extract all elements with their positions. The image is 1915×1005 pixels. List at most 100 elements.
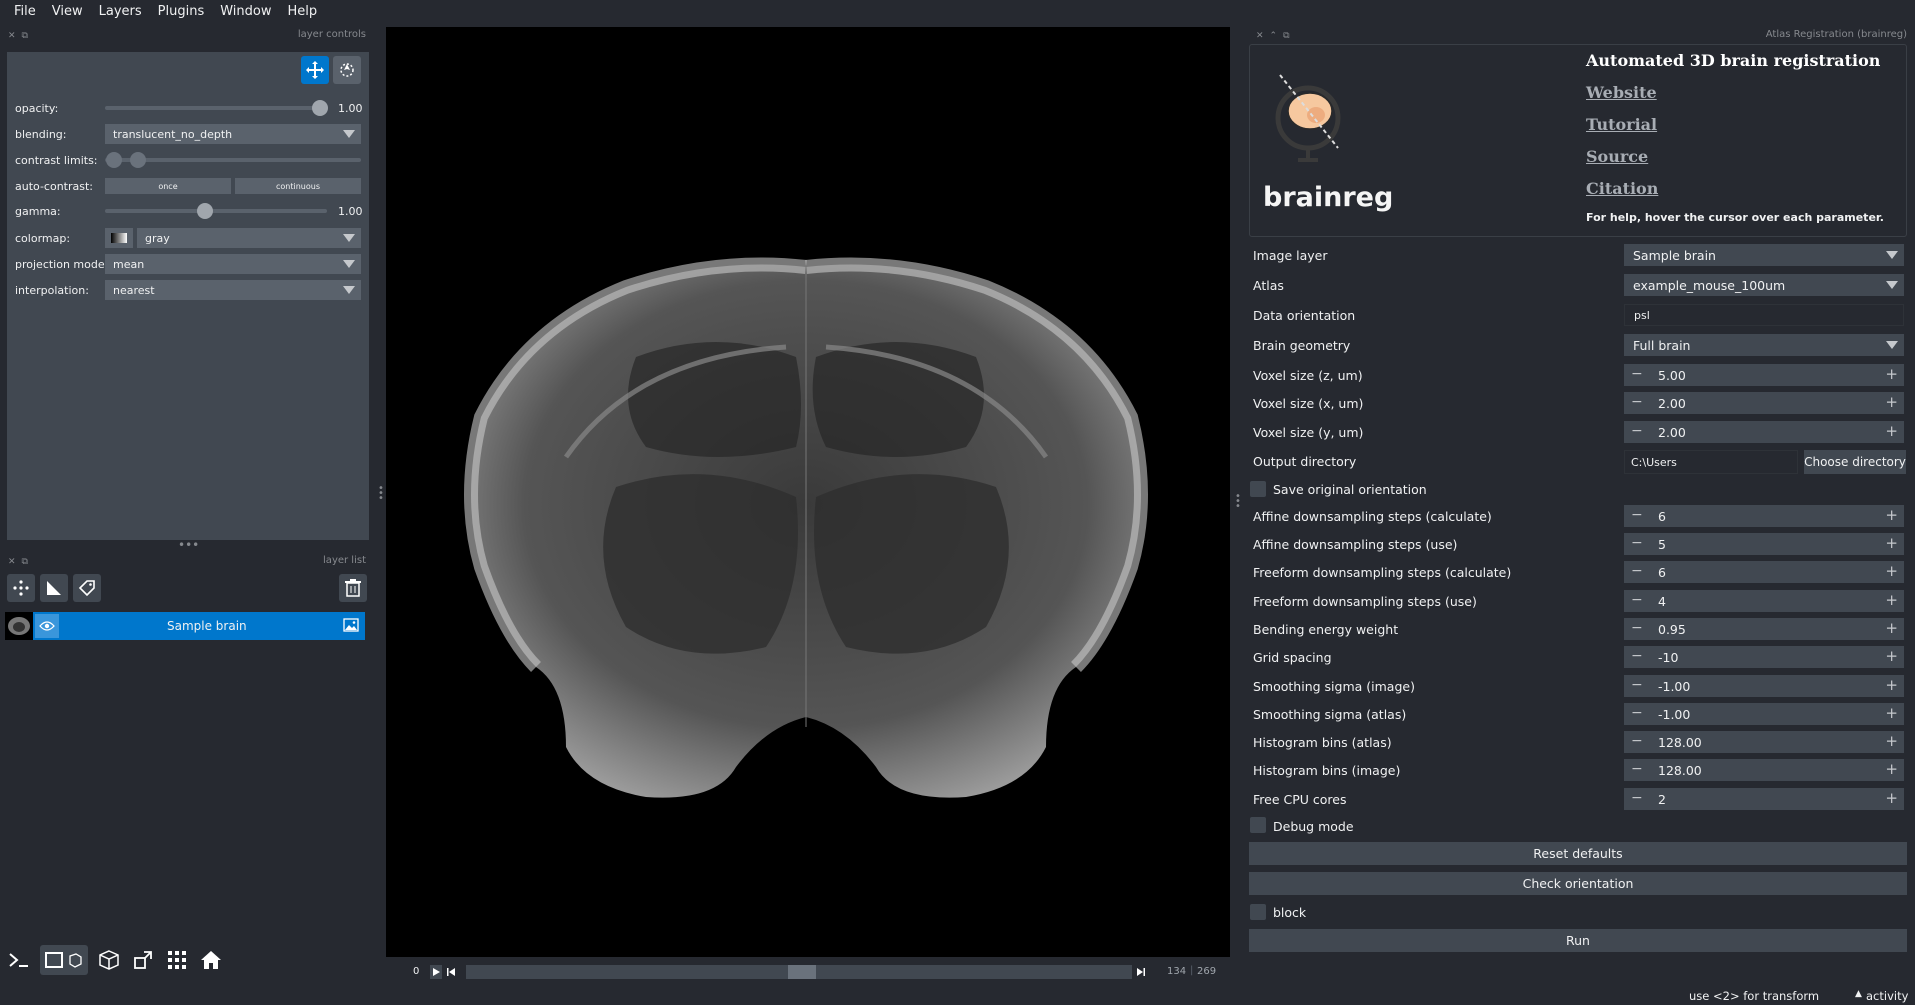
smoothing-image-spinbox[interactable]: − -1.00 + <box>1624 675 1904 697</box>
close-icon[interactable]: ✕ <box>8 31 16 41</box>
contrast-max-handle[interactable] <box>130 152 146 168</box>
colormap-select[interactable]: gray <box>137 228 361 248</box>
play-button[interactable] <box>430 965 442 979</box>
minus-icon[interactable]: − <box>1631 733 1643 749</box>
plus-icon[interactable]: + <box>1885 647 1898 665</box>
minus-icon[interactable]: − <box>1631 790 1643 806</box>
menu-plugins[interactable]: Plugins <box>150 4 213 19</box>
minus-icon[interactable]: − <box>1631 677 1643 693</box>
plus-icon[interactable]: + <box>1885 676 1898 694</box>
check-orientation-button[interactable]: Check orientation <box>1249 872 1907 895</box>
grid-view-button[interactable] <box>162 945 192 975</box>
layer-list-item[interactable]: Sample brain <box>5 612 365 640</box>
activity-button[interactable]: activity <box>1866 989 1908 1003</box>
smoothing-atlas-spinbox[interactable]: − -1.00 + <box>1624 703 1904 725</box>
opacity-slider-track[interactable] <box>105 106 325 110</box>
projection-mode-select[interactable]: mean <box>105 254 361 274</box>
auto-contrast-continuous-button[interactable]: continuous <box>235 178 361 194</box>
website-link[interactable]: Website <box>1586 83 1657 102</box>
new-shapes-layer-button[interactable] <box>40 574 68 602</box>
debug-mode-checkbox[interactable] <box>1250 817 1266 833</box>
plus-icon[interactable]: + <box>1885 760 1898 778</box>
new-labels-layer-button[interactable] <box>73 574 101 602</box>
roll-dimensions-button[interactable] <box>94 945 124 975</box>
histogram-atlas-spinbox[interactable]: −128.00 + <box>1624 731 1904 753</box>
new-points-layer-button[interactable] <box>7 574 35 602</box>
plus-icon[interactable]: + <box>1885 393 1898 411</box>
free-cpu-cores-spinbox[interactable]: −2 + <box>1624 788 1904 810</box>
block-checkbox[interactable] <box>1250 904 1266 920</box>
minus-icon[interactable]: − <box>1631 394 1643 410</box>
dims-slider-track[interactable] <box>466 965 1132 979</box>
save-original-orientation-checkbox[interactable] <box>1250 481 1266 497</box>
affine-use-spinbox[interactable]: −5 + <box>1624 533 1904 555</box>
brain-geometry-select[interactable]: Full brain <box>1624 334 1904 356</box>
home-button[interactable] <box>196 945 226 975</box>
tutorial-link[interactable]: Tutorial <box>1586 115 1657 134</box>
minus-icon[interactable]: − <box>1631 761 1643 777</box>
float-icon[interactable]: ⧉ <box>22 31 28 41</box>
first-frame-button[interactable] <box>446 965 456 979</box>
plus-icon[interactable]: + <box>1885 591 1898 609</box>
transpose-button[interactable] <box>128 945 158 975</box>
plus-icon[interactable]: + <box>1885 789 1898 807</box>
menu-layers[interactable]: Layers <box>91 4 150 19</box>
source-link[interactable]: Source <box>1586 147 1648 166</box>
output-directory-input[interactable]: C:\Users <box>1624 450 1798 474</box>
plus-icon[interactable]: + <box>1885 704 1898 722</box>
interpolation-select[interactable]: nearest <box>105 280 361 300</box>
splitter-handle-icon[interactable]: ••• <box>1235 492 1241 512</box>
contrast-min-handle[interactable] <box>106 152 122 168</box>
console-button[interactable] <box>4 945 34 975</box>
affine-calc-spinbox[interactable]: −6 + <box>1624 505 1904 527</box>
run-button[interactable]: Run <box>1249 929 1907 952</box>
current-slice[interactable]: 134 <box>1167 966 1186 977</box>
voxel-size-z-spinbox[interactable]: − 5.00 + <box>1624 364 1904 386</box>
ndisplay-button[interactable] <box>40 945 88 975</box>
layer-name[interactable]: Sample brain <box>167 619 247 633</box>
minus-icon[interactable]: − <box>1631 592 1643 608</box>
minus-icon[interactable]: − <box>1631 705 1643 721</box>
voxel-size-x-spinbox[interactable]: − 2.00 + <box>1624 392 1904 414</box>
gamma-slider-handle[interactable] <box>197 203 213 219</box>
minus-icon[interactable]: − <box>1631 423 1643 439</box>
splitter-handle-icon[interactable]: ••• <box>378 484 384 504</box>
plus-icon[interactable]: + <box>1885 365 1898 383</box>
menu-help[interactable]: Help <box>280 4 326 19</box>
visibility-toggle[interactable] <box>35 614 59 638</box>
atlas-select[interactable]: example_mouse_100um <box>1624 274 1904 296</box>
voxel-size-y-spinbox[interactable]: − 2.00 + <box>1624 421 1904 443</box>
last-frame-button[interactable] <box>1136 965 1146 979</box>
transform-button[interactable] <box>333 56 361 84</box>
grid-spacing-spinbox[interactable]: − -10 + <box>1624 646 1904 668</box>
dims-slider-handle[interactable] <box>788 965 816 979</box>
delete-layer-button[interactable] <box>339 574 367 602</box>
reset-defaults-button[interactable]: Reset defaults <box>1249 842 1907 865</box>
plus-icon[interactable]: + <box>1885 506 1898 524</box>
close-icon[interactable]: ✕ <box>8 557 16 567</box>
gamma-slider-track[interactable] <box>105 209 327 213</box>
choose-directory-button[interactable]: Choose directory <box>1804 450 1906 474</box>
minus-icon[interactable]: − <box>1631 648 1643 664</box>
hide-icon[interactable]: ⌃ <box>1270 31 1278 41</box>
minus-icon[interactable]: − <box>1631 535 1643 551</box>
blending-select[interactable]: translucent_no_depth <box>105 124 361 144</box>
pan-zoom-button[interactable] <box>301 56 329 84</box>
plus-icon[interactable]: + <box>1885 422 1898 440</box>
plus-icon[interactable]: + <box>1885 619 1898 637</box>
viewer-canvas[interactable] <box>386 27 1230 957</box>
menu-window[interactable]: Window <box>212 4 279 19</box>
plus-icon[interactable]: + <box>1885 732 1898 750</box>
auto-contrast-once-button[interactable]: once <box>105 178 231 194</box>
close-icon[interactable]: ✕ <box>1256 31 1264 41</box>
bending-energy-spinbox[interactable]: −0.95 + <box>1624 618 1904 640</box>
menu-view[interactable]: View <box>44 4 91 19</box>
opacity-slider-handle[interactable] <box>312 100 328 116</box>
float-icon[interactable]: ⧉ <box>22 557 28 567</box>
minus-icon[interactable]: − <box>1631 366 1643 382</box>
data-orientation-input[interactable]: psl <box>1624 304 1904 326</box>
minus-icon[interactable]: − <box>1631 507 1643 523</box>
minus-icon[interactable]: − <box>1631 620 1643 636</box>
float-icon[interactable]: ⧉ <box>1283 31 1289 41</box>
plus-icon[interactable]: + <box>1885 534 1898 552</box>
